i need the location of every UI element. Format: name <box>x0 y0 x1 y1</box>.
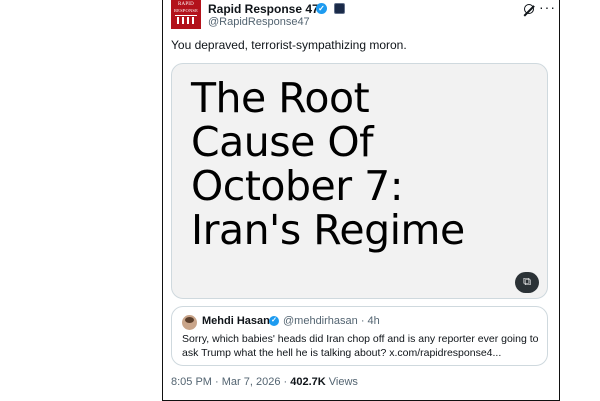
quoted-avatar[interactable] <box>182 315 197 330</box>
alt-text-icon[interactable]: ⧉ <box>515 272 539 293</box>
quoted-handle-time: @mehdirhasan · 4h <box>283 315 380 327</box>
tweet-meta: 8:05 PM · Mar 7, 2026 · 402.7K Views <box>171 376 358 388</box>
verified-badge-icon[interactable]: ✓ <box>316 3 327 14</box>
quoted-author-name: Mehdi Hasan <box>202 315 270 327</box>
affiliate-badge-icon[interactable] <box>334 3 345 14</box>
more-icon[interactable]: ··· <box>539 0 556 15</box>
tweet-text: You depraved, terrorist-sympathizing mor… <box>171 38 407 52</box>
quoted-verified-badge-icon: ✓ <box>269 316 279 326</box>
tweet-timestamp[interactable]: 8:05 PM · Mar 7, 2026 · <box>171 376 290 388</box>
avatar-text-line2: RESPONSE <box>173 8 199 13</box>
author-handle[interactable]: @RapidResponse47 <box>208 16 310 28</box>
capitol-logo-icon <box>175 15 197 24</box>
tweet-image[interactable]: The Root Cause Of October 7: Iran's Regi… <box>171 63 548 299</box>
views-label: Views <box>325 376 358 388</box>
quoted-time: · 4h <box>360 315 380 327</box>
author-avatar[interactable]: RAPID RESPONSE <box>171 0 201 29</box>
grok-icon[interactable] <box>524 4 534 14</box>
image-headline: The Root Cause Of October 7: Iran's Regi… <box>191 74 465 254</box>
tweet-card: RAPID RESPONSE Rapid Response 47 ✓ @Rapi… <box>162 0 560 401</box>
views-count: 402.7K <box>290 376 326 388</box>
quoted-tweet[interactable]: Mehdi Hasan ✓ @mehdirhasan · 4h Sorry, w… <box>171 306 548 366</box>
quoted-handle: @mehdirhasan <box>283 315 358 327</box>
quoted-text: Sorry, which babies' heads did Iran chop… <box>182 333 539 359</box>
author-name[interactable]: Rapid Response 47 <box>208 2 319 16</box>
